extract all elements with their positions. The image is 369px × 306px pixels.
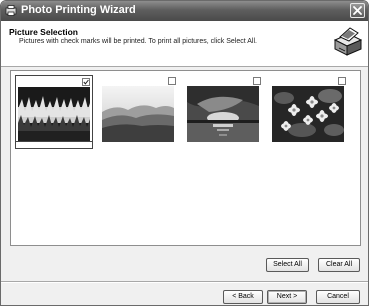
wizard-window: Photo Printing Wizard Picture Selection …: [0, 0, 369, 306]
picture-item[interactable]: [185, 75, 263, 149]
picture-list[interactable]: [10, 70, 361, 246]
window-title: Photo Printing Wizard: [21, 4, 136, 16]
picture-checkbox[interactable]: [168, 77, 176, 85]
picture-caption-bar: [100, 143, 178, 149]
clear-all-button[interactable]: Clear All: [318, 258, 360, 272]
title-bar[interactable]: Photo Printing Wizard: [1, 1, 368, 21]
close-icon: [353, 6, 362, 15]
page-title: Picture Selection: [9, 27, 78, 37]
page-description: Pictures with check marks will be printe…: [19, 38, 257, 45]
picture-checkbox[interactable]: [338, 77, 346, 85]
picture-checkbox[interactable]: [82, 78, 90, 86]
picture-mountain-landscape: [102, 86, 174, 142]
back-button[interactable]: < Back: [223, 290, 263, 304]
select-all-button[interactable]: Select All: [266, 258, 309, 272]
picture-checkbox[interactable]: [253, 77, 261, 85]
picture-water-lilies: [272, 86, 344, 142]
picture-grass-field: [18, 87, 90, 143]
picture-item[interactable]: [15, 75, 93, 149]
photo-printer-icon: [5, 5, 17, 16]
cancel-button[interactable]: Cancel: [316, 290, 360, 304]
picture-caption-bar: [16, 141, 92, 148]
picture-item[interactable]: [100, 75, 178, 149]
wizard-header: Picture Selection Pictures with check ma…: [1, 21, 368, 67]
picture-sunset-over-water: [187, 86, 259, 142]
close-button[interactable]: [350, 3, 365, 18]
checkmark-icon: [83, 79, 89, 85]
picture-item[interactable]: [270, 75, 348, 149]
picture-caption-bar: [270, 143, 348, 149]
printer-icon: [333, 27, 363, 56]
next-button[interactable]: Next >: [267, 290, 307, 304]
picture-caption-bar: [185, 143, 263, 149]
footer-divider: [1, 281, 368, 283]
